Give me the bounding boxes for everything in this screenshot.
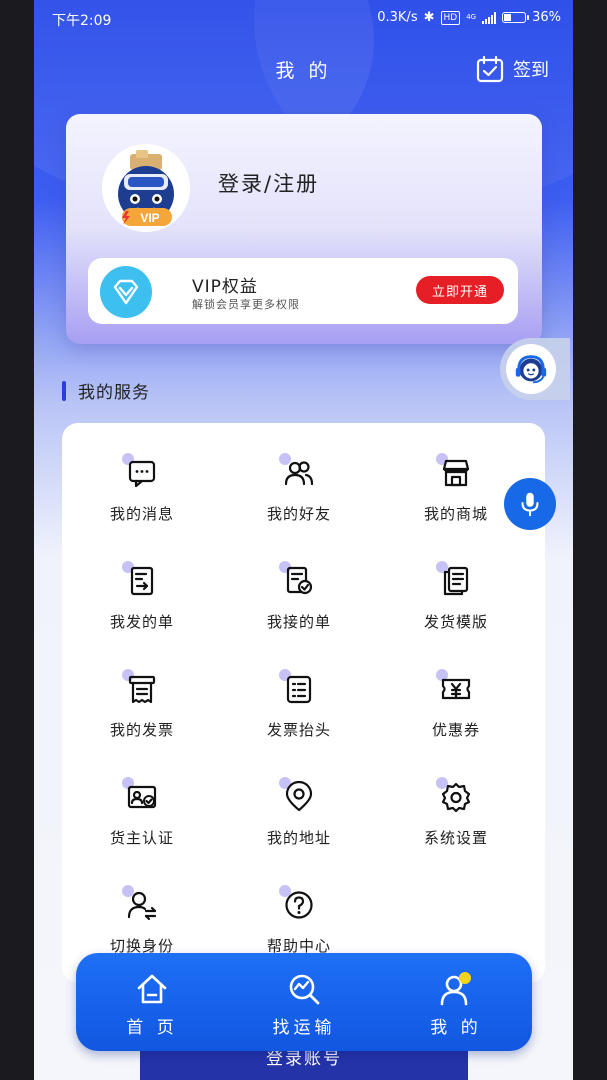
service-label: 我的地址 — [266, 829, 331, 847]
service-item-location[interactable]: 我的地址 — [219, 747, 379, 847]
profile-icon — [440, 972, 471, 1006]
service-item-invoice-header[interactable]: 发票抬头 — [219, 639, 379, 739]
service-label: 我的发票 — [109, 721, 174, 739]
service-item-received-order[interactable]: 我接的单 — [219, 531, 379, 631]
hd-icon: HD — [440, 10, 461, 25]
invoice-icon — [128, 675, 156, 704]
services-title-text: 我的服务 — [78, 383, 150, 403]
app-screen: 下午2:09 0.3K/s ✱ HD 4G 36% 我 的 签到 VIP 登录/… — [34, 0, 573, 1080]
service-item-coupon[interactable]: 优惠券 — [376, 639, 536, 739]
left-frame — [0, 0, 34, 1080]
sent-order-icon — [130, 566, 154, 596]
certification-icon — [127, 785, 157, 809]
service-item-template[interactable]: 发货模版 — [376, 531, 536, 631]
service-item-sent-order[interactable]: 我发的单 — [62, 531, 222, 631]
voice-input-button[interactable] — [504, 478, 556, 530]
received-order-icon — [286, 566, 313, 595]
right-frame — [573, 0, 607, 1080]
customer-service-float[interactable] — [500, 338, 570, 400]
service-label: 发货模版 — [423, 613, 488, 631]
battery-percent: 36% — [532, 10, 561, 25]
avatar[interactable]: VIP — [102, 144, 190, 232]
service-label: 我的好友 — [266, 505, 331, 523]
services-section-title: 我的服务 — [62, 378, 150, 403]
tab-label: 找运输 — [272, 1018, 336, 1038]
tab-find-transport[interactable]: 找运输 — [228, 953, 380, 1051]
diamond-icon — [100, 266, 152, 318]
tab-label: 首 页 — [126, 1018, 178, 1038]
avatar-vip-badge: VIP — [140, 211, 159, 225]
service-item-invoice[interactable]: 我的发票 — [62, 639, 222, 739]
tab-home[interactable]: 首 页 — [76, 953, 228, 1051]
vip-benefits-panel: VIP权益 解锁会员享更多权限 立即开通 — [88, 258, 518, 324]
message-icon — [128, 460, 156, 488]
service-label: 发票抬头 — [266, 721, 331, 739]
network-speed: 0.3K/s — [377, 10, 418, 25]
service-label: 我发的单 — [109, 613, 174, 631]
service-item-friends[interactable]: 我的好友 — [219, 423, 379, 523]
calendar-check-icon — [476, 55, 504, 83]
friends-icon — [284, 461, 314, 486]
service-item-message[interactable]: 我的消息 — [62, 423, 222, 523]
status-bar: 下午2:09 0.3K/s ✱ HD 4G 36% — [34, 0, 573, 36]
help-icon — [285, 891, 313, 919]
network-type: 4G — [466, 13, 477, 21]
vip-mascot-avatar: VIP — [102, 144, 190, 232]
login-register-link[interactable]: 登录/注册 — [218, 168, 319, 198]
microphone-icon — [521, 492, 539, 517]
template-icon — [443, 566, 469, 596]
find-transport-icon — [289, 974, 320, 1005]
service-item-help[interactable]: 帮助中心 — [219, 855, 379, 955]
vip-title: VIP权益 — [192, 277, 258, 297]
switch-identity-icon — [127, 891, 157, 921]
home-icon — [137, 974, 167, 1004]
vip-subtitle: 解锁会员享更多权限 — [192, 298, 300, 311]
service-item-settings[interactable]: 系统设置 — [376, 747, 536, 847]
section-marker — [62, 380, 66, 401]
settings-icon — [441, 782, 471, 813]
store-icon — [442, 459, 470, 487]
location-icon — [285, 781, 313, 812]
coupon-icon — [441, 678, 471, 700]
invoice-header-icon — [286, 675, 312, 704]
service-label: 我接的单 — [266, 613, 331, 631]
checkin-button[interactable]: 签到 — [475, 54, 549, 84]
service-item-switch-identity[interactable]: 切换身份 — [62, 855, 222, 955]
status-time: 下午2:09 — [52, 13, 112, 29]
tab-label: 我 的 — [430, 1018, 482, 1038]
activate-vip-button[interactable]: 立即开通 — [416, 276, 504, 304]
service-label: 货主认证 — [109, 829, 174, 847]
tab-profile[interactable]: 我 的 — [380, 953, 532, 1051]
signal-icon — [482, 11, 497, 24]
service-item-certification[interactable]: 货主认证 — [62, 747, 222, 847]
services-panel: 我的消息 我的好友 我的商城 我发的单 我接的单 发货模版 我的发票 发票抬头 优惠券 货主认证我… — [62, 423, 545, 983]
checkin-label: 签到 — [513, 60, 549, 81]
profile-card: VIP 登录/注册 VIP权益 解锁会员享更多权限 立即开通 — [66, 114, 542, 344]
bluetooth-icon: ✱ — [423, 10, 435, 25]
battery-icon — [502, 12, 530, 23]
bottom-tab-bar: 首 页 找运输 我 的 — [76, 953, 532, 1051]
service-label: 系统设置 — [423, 829, 488, 847]
headset-icon — [515, 355, 547, 384]
service-label: 优惠券 — [431, 721, 480, 739]
service-label: 我的消息 — [109, 505, 174, 523]
